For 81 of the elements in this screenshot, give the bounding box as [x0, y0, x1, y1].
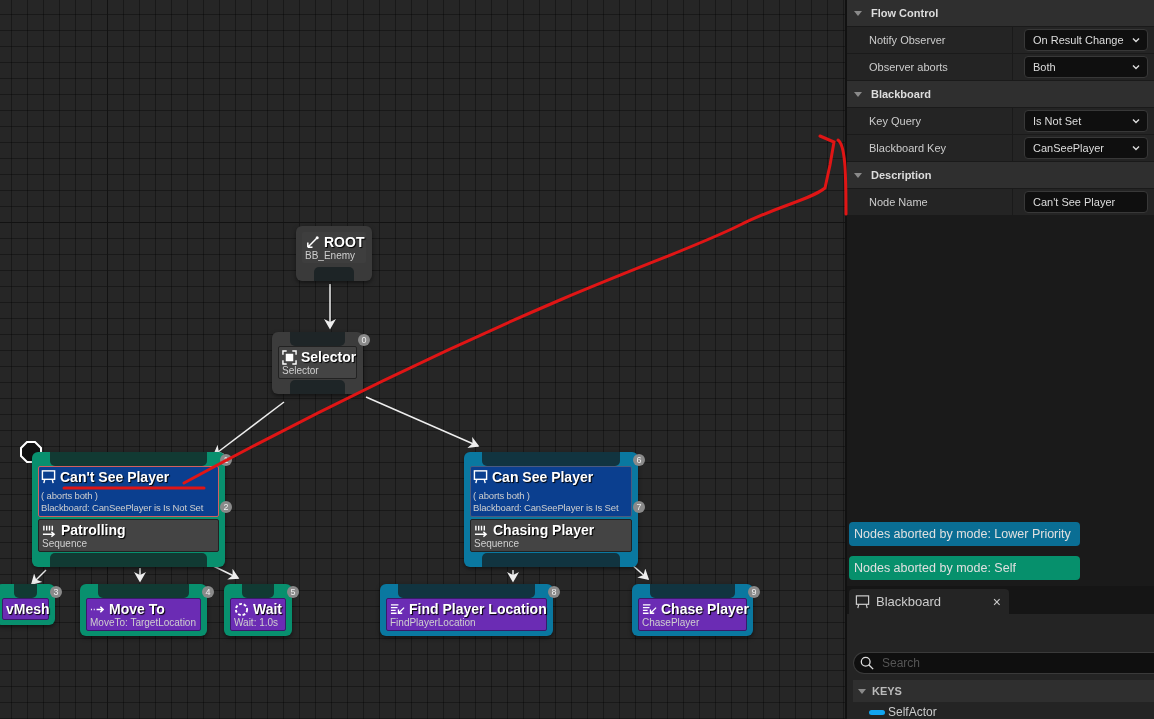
- chevron-down-icon: [1131, 35, 1141, 45]
- tree-node[interactable]: Chase Player ChasePlayer: [632, 584, 753, 636]
- node-subtitle: Selector: [282, 365, 320, 376]
- property-label: Node Name: [869, 196, 928, 208]
- connector-arrow: [324, 283, 336, 330]
- category-title: Flow Control: [871, 7, 939, 19]
- dropdown[interactable]: Both: [1024, 56, 1148, 78]
- list-arrow-icon: [642, 601, 657, 617]
- blackboard-tab[interactable]: Blackboard ×: [849, 589, 1009, 614]
- decorator-description: Blackboard: CanSeePlayer is Is Set: [473, 502, 620, 514]
- tree-node[interactable]: Find Player Location FindPlayerLocation: [380, 584, 553, 636]
- node-title: Patrolling: [61, 522, 126, 538]
- tree-node[interactable]: Can't See Player ( aborts both ) Blackboard: CanSeePlayer is Is Not Set Patrolling Sequence: [32, 452, 225, 567]
- node-title: Selector: [301, 349, 357, 365]
- node-title: Chasing Player: [493, 522, 595, 538]
- node-subtitle: Wait: 1.0s: [234, 617, 279, 628]
- tree-node[interactable]: Can See Player ( aborts both ) Blackboard: CanSeePlayer is Is Set Chasing Player Sequence: [464, 452, 638, 567]
- node-subtitle: ChasePlayer: [642, 617, 700, 628]
- decorator-title: Can See Player: [492, 469, 594, 485]
- node-title: Find Player Location: [409, 601, 547, 617]
- bracket-square-icon: [282, 349, 297, 365]
- connector-arrow: [30, 569, 47, 586]
- tree-node[interactable]: ROOT BB_Enemy: [296, 226, 372, 281]
- node-title: vMesh: [6, 601, 50, 617]
- decorator-description: ( aborts both ): [473, 490, 531, 502]
- node-subtitle: BB_Enemy: [305, 250, 357, 261]
- category-title: Description: [871, 169, 932, 181]
- search-field[interactable]: Search: [853, 652, 1154, 674]
- category-header[interactable]: KEYS: [853, 680, 1154, 702]
- node-title: ROOT: [324, 234, 365, 250]
- connection-pin[interactable]: [242, 584, 274, 598]
- category-title: KEYS: [872, 685, 902, 697]
- expand-triangle-icon[interactable]: [853, 8, 863, 18]
- key-item[interactable]: SelfActor: [853, 702, 1154, 719]
- text-field[interactable]: Can't See Player: [1024, 191, 1148, 213]
- property-label: Notify Observer: [869, 34, 946, 46]
- list-arrow-icon: [390, 601, 405, 617]
- node-subtitle: Sequence: [474, 538, 521, 549]
- property-label: Observer aborts: [869, 61, 948, 73]
- connector-arrow: [507, 569, 519, 583]
- legend-banner: Nodes aborted by mode: Lower Priority: [849, 522, 1080, 546]
- decorator-description: ( aborts both ): [41, 490, 99, 502]
- tree-node[interactable]: Wait Wait: 1.0s: [224, 584, 292, 636]
- connection-pin[interactable]: [14, 584, 37, 598]
- node-subtitle: MoveTo: TargetLocation: [90, 617, 196, 628]
- tree-node[interactable]: vMesh: [0, 584, 55, 625]
- tree-node[interactable]: Move To MoveTo: TargetLocation: [80, 584, 207, 636]
- chevron-down-icon: [1131, 62, 1141, 72]
- diagonal-arrow-icon: [305, 234, 320, 250]
- decorator-block[interactable]: Can See Player ( aborts both ) Blackboard: CanSeePlayer is Is Set: [470, 466, 632, 517]
- dashed-circle-icon: [234, 601, 249, 617]
- search-icon: [860, 656, 874, 670]
- category-header[interactable]: Flow Control: [847, 0, 1154, 27]
- dropdown[interactable]: Is Not Set: [1024, 110, 1148, 132]
- node-title: Wait: [253, 601, 283, 617]
- chevron-down-icon: [1131, 116, 1141, 126]
- easel-icon: [473, 469, 488, 484]
- legend-banner: Nodes aborted by mode: Self: [849, 556, 1080, 580]
- dropdown[interactable]: On Result Change: [1024, 29, 1148, 51]
- dropdown[interactable]: CanSeePlayer: [1024, 137, 1148, 159]
- property-label: Key Query: [869, 115, 921, 127]
- connector-arrow: [134, 567, 146, 583]
- easel-icon: [41, 469, 56, 484]
- node-title: Move To: [109, 601, 165, 617]
- category-header[interactable]: Description: [847, 162, 1154, 189]
- node-subtitle: Sequence: [42, 538, 89, 549]
- tab-title: Blackboard: [876, 594, 943, 609]
- decorator-block[interactable]: Can't See Player ( aborts both ) Blackboard: CanSeePlayer is Is Not Set: [38, 466, 219, 517]
- expand-triangle-icon[interactable]: [853, 170, 863, 180]
- node-title: Chase Player: [661, 601, 749, 617]
- easel-icon: [855, 594, 870, 609]
- category-header[interactable]: Blackboard: [847, 81, 1154, 108]
- property-label: Blackboard Key: [869, 142, 947, 154]
- close-icon[interactable]: ×: [992, 593, 1001, 610]
- decorator-description: Blackboard: CanSeePlayer is Is Not Set: [41, 502, 205, 514]
- node-subtitle: FindPlayerLocation: [390, 617, 476, 628]
- chevron-down-icon: [1131, 143, 1141, 153]
- category-title: Blackboard: [871, 88, 931, 100]
- decorator-title: Can't See Player: [60, 469, 170, 485]
- expand-triangle-icon[interactable]: [853, 89, 863, 99]
- expand-triangle-icon[interactable]: [857, 686, 867, 696]
